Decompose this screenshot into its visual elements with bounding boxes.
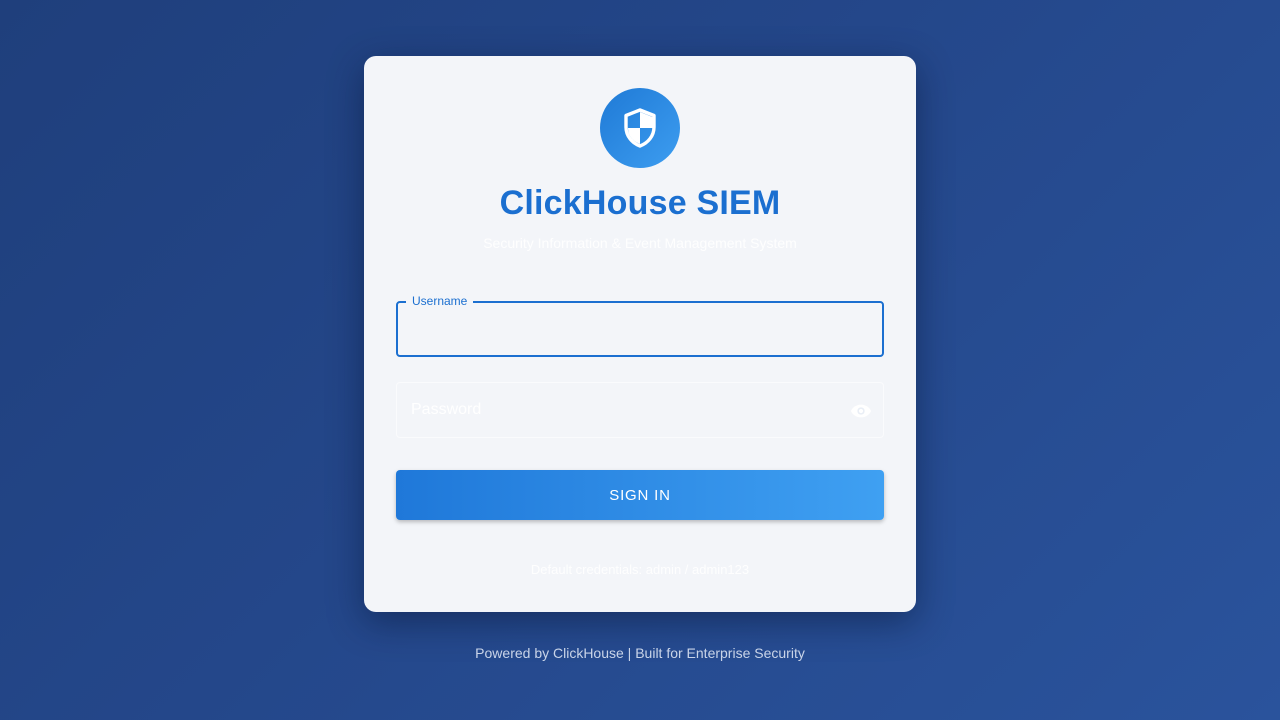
logo-badge (600, 88, 680, 168)
toggle-password-visibility-button[interactable] (849, 399, 873, 423)
default-credentials-hint: Default credentials: admin / admin123 (530, 562, 750, 577)
username-input[interactable] (410, 303, 850, 355)
login-card: ClickHouse SIEM Security Information & E… (364, 56, 916, 612)
app-title: ClickHouse SIEM (499, 184, 781, 222)
eye-icon (850, 404, 872, 418)
password-input[interactable] (411, 383, 851, 437)
sign-in-button[interactable]: SIGN IN (396, 470, 884, 520)
shield-icon (624, 108, 656, 148)
password-field[interactable] (396, 382, 884, 438)
footer-text: Powered by ClickHouse | Built for Enterp… (475, 645, 805, 661)
app-subtitle: Security Information & Event Management … (483, 235, 797, 251)
username-field[interactable]: Username (396, 294, 884, 357)
